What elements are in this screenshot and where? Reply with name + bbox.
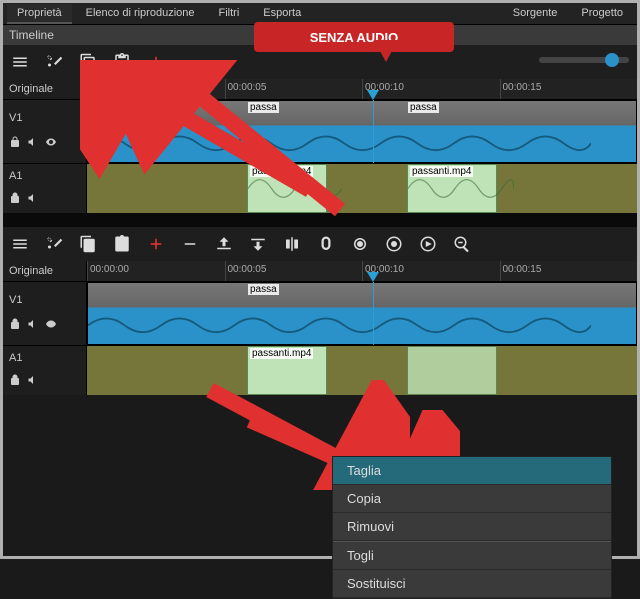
ruler-tick: 00:00:10 [362, 261, 500, 281]
ruler-tick: 00:00:00 [87, 261, 225, 281]
mute-icon[interactable] [27, 318, 39, 333]
ctx-replace[interactable]: Sostituisci [333, 570, 611, 598]
menu-icon[interactable] [11, 53, 29, 71]
ruler-source-label: Originale [3, 261, 87, 281]
eye-icon[interactable] [45, 136, 57, 151]
ruler-tick: 00:00:15 [500, 79, 638, 99]
mute-icon[interactable] [27, 374, 39, 389]
tab-project[interactable]: Progetto [571, 4, 633, 24]
ctx-copy[interactable]: Copia [333, 485, 611, 513]
zoom-slider[interactable] [539, 57, 629, 63]
annotation-arrow [120, 60, 370, 240]
track-a1-label: A1 [9, 352, 22, 364]
track-v1-body-lower[interactable]: passa [87, 282, 637, 345]
cut-icon[interactable] [45, 53, 63, 71]
lock-icon[interactable] [9, 374, 21, 389]
ruler-tick: 00:00:05 [225, 261, 363, 281]
ripple-icon[interactable] [385, 235, 403, 253]
track-v1-label: V1 [9, 294, 22, 306]
playhead-lower[interactable] [373, 282, 374, 345]
lock-icon[interactable] [9, 192, 21, 207]
lock-icon[interactable] [9, 318, 21, 333]
tab-source[interactable]: Sorgente [503, 4, 568, 24]
eye-icon[interactable] [45, 318, 57, 333]
ruler-source-label: Originale [3, 79, 87, 99]
annotation-callout: SENZA AUDIO [254, 22, 454, 52]
mute-icon[interactable] [27, 136, 39, 151]
ruler-tick: 00:00:15 [500, 261, 638, 281]
tab-export[interactable]: Esporta [253, 4, 311, 24]
track-a1-label: A1 [9, 170, 22, 182]
tab-properties[interactable]: Proprietà [7, 4, 72, 24]
mute-icon[interactable] [27, 192, 39, 207]
ruler-tick: 00:00:10 [362, 79, 500, 99]
menu-icon[interactable] [11, 235, 29, 253]
clip-label: passa [248, 284, 279, 295]
context-menu: Taglia Copia Rimuovi Togli Sostituisci [332, 456, 612, 599]
time-ruler-lower[interactable]: 00:00:00 00:00:05 00:00:10 00:00:15 [87, 261, 637, 281]
tab-filters[interactable]: Filtri [209, 4, 250, 24]
zoom-out-icon[interactable] [453, 235, 471, 253]
cut-icon[interactable] [45, 235, 63, 253]
clip-label: passa [408, 102, 439, 113]
ctx-lift[interactable]: Togli [333, 541, 611, 570]
clip-label: passanti.mp4 [250, 348, 313, 359]
ctx-cut[interactable]: Taglia [333, 457, 611, 485]
track-v1-label: V1 [9, 112, 22, 124]
playhead-upper[interactable] [373, 100, 374, 163]
ripple-all-icon[interactable] [419, 235, 437, 253]
ctx-remove[interactable]: Rimuovi [333, 513, 611, 541]
tab-playlist[interactable]: Elenco di riproduzione [76, 4, 205, 24]
lock-icon[interactable] [9, 136, 21, 151]
